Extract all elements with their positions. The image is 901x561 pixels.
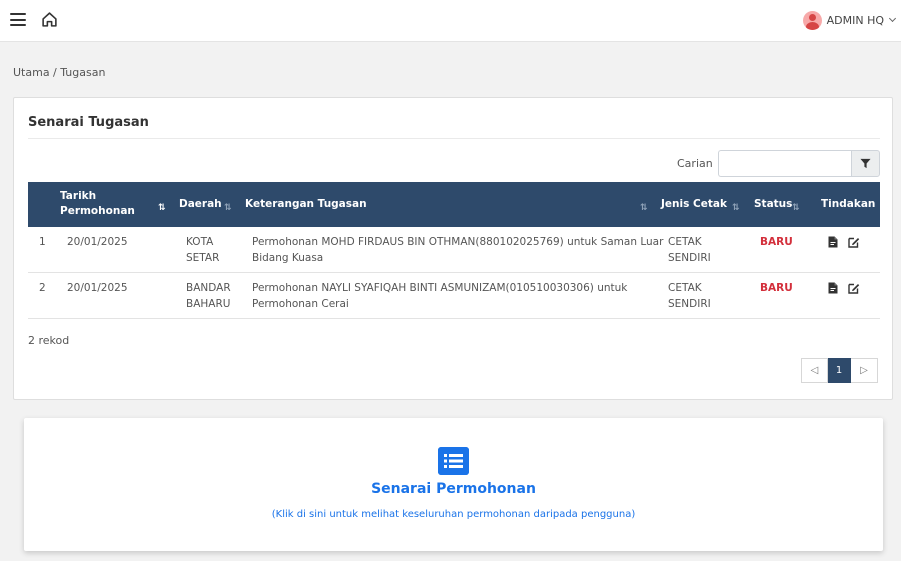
row-date: 20/01/2025 xyxy=(67,236,128,248)
table-header: Tarikh Permohonan ⇅ Daerah ⇅ Keterangan … xyxy=(28,182,880,227)
breadcrumb: Utama / Tugasan xyxy=(13,66,106,79)
sort-icon[interactable]: ⇅ xyxy=(224,203,231,213)
task-list-card: Senarai Tugasan Carian Tarikh Permohonan… xyxy=(13,97,893,400)
home-icon[interactable] xyxy=(41,11,58,28)
next-page-button[interactable]: ▷ xyxy=(851,358,878,383)
pagination: ◁ 1 ▷ xyxy=(801,358,878,383)
user-name: ADMIN HQ xyxy=(826,13,884,27)
table-row: 1 20/01/2025 KOTA SETAR Permohonan MOHD … xyxy=(28,227,880,273)
row-number: 2 xyxy=(39,282,46,294)
col-header-actions: Tindakan xyxy=(821,198,876,210)
pdf-icon[interactable] xyxy=(828,236,838,248)
edit-icon[interactable] xyxy=(848,236,860,248)
col-header-print-type[interactable]: Jenis Cetak xyxy=(661,197,727,212)
sort-icon[interactable]: ⇅ xyxy=(732,203,739,213)
row-print-type: CETAK SENDIRI xyxy=(668,282,711,310)
record-count: 2 rekod xyxy=(28,334,70,347)
applications-link-card[interactable]: Senarai Permohonan (Klik di sini untuk m… xyxy=(24,418,883,551)
row-district: BANDAR BAHARU xyxy=(186,282,231,310)
list-icon xyxy=(438,447,469,475)
search-input[interactable] xyxy=(718,150,851,177)
sort-icon[interactable]: ⇅ xyxy=(792,203,799,213)
sort-desc-icon[interactable]: ⇅ xyxy=(158,203,165,213)
col-header-date[interactable]: Tarikh Permohonan xyxy=(60,189,135,219)
prev-page-button[interactable]: ◁ xyxy=(801,358,828,383)
applications-title[interactable]: Senarai Permohonan xyxy=(24,481,883,497)
chevron-down-icon xyxy=(888,14,897,23)
menu-icon[interactable] xyxy=(10,13,26,26)
filter-icon xyxy=(860,158,871,169)
col-header-status[interactable]: Status xyxy=(754,197,792,212)
status-badge: BARU xyxy=(760,282,793,294)
card-title: Senarai Tugasan xyxy=(28,115,149,130)
status-badge: BARU xyxy=(760,236,793,248)
row-date: 20/01/2025 xyxy=(67,282,128,294)
row-description: Permohonan MOHD FIRDAUS BIN OTHMAN(88010… xyxy=(252,236,664,264)
filter-button[interactable] xyxy=(851,150,880,177)
search-label: Carian xyxy=(677,157,713,170)
table-row: 2 20/01/2025 BANDAR BAHARU Permohonan NA… xyxy=(28,273,880,319)
row-number: 1 xyxy=(39,236,46,248)
edit-icon[interactable] xyxy=(848,282,860,294)
col-header-district[interactable]: Daerah xyxy=(179,197,222,212)
sort-icon[interactable]: ⇅ xyxy=(640,203,647,213)
row-description: Permohonan NAYLI SYAFIQAH BINTI ASMUNIZA… xyxy=(252,282,628,310)
row-district: KOTA SETAR xyxy=(186,236,220,264)
top-navbar: ADMIN HQ xyxy=(0,0,901,42)
col-header-description[interactable]: Keterangan Tugasan xyxy=(245,197,367,212)
applications-subtitle[interactable]: (Klik di sini untuk melihat keseluruhan … xyxy=(24,509,883,520)
row-print-type: CETAK SENDIRI xyxy=(668,236,711,264)
user-menu[interactable]: ADMIN HQ xyxy=(802,10,897,30)
divider xyxy=(28,138,880,139)
pdf-icon[interactable] xyxy=(828,282,838,294)
page-button-current[interactable]: 1 xyxy=(828,358,851,383)
avatar-icon xyxy=(802,10,822,30)
